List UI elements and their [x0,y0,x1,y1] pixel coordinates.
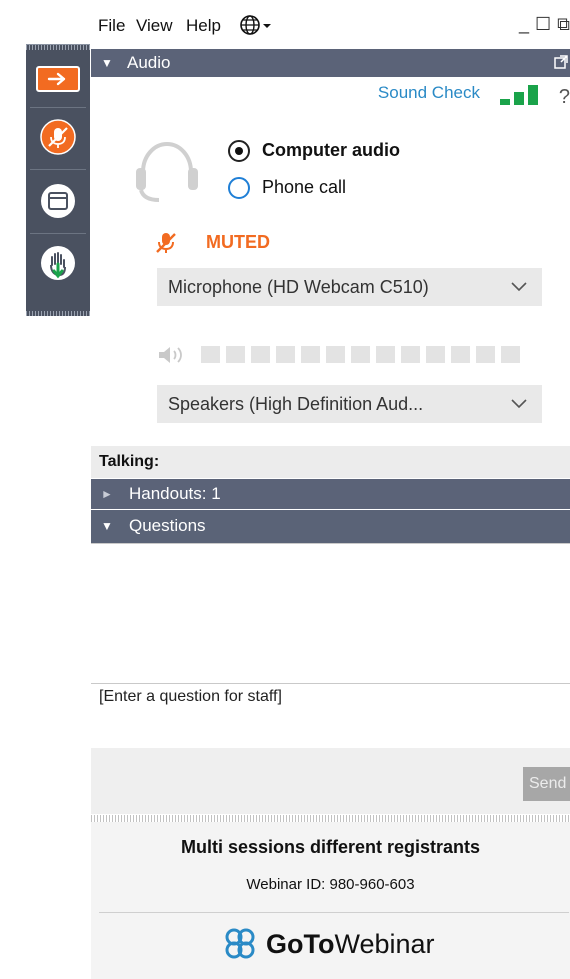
chevron-down-icon [511,282,527,292]
microphone-select-value: Microphone (HD Webcam C510) [168,277,429,297]
computer-audio-label[interactable]: Computer audio [262,140,400,161]
mute-status: MUTED [206,232,270,252]
questions-section-header[interactable]: ▼ Questions [91,510,570,543]
webinar-id: Webinar ID: 980-960-603 [246,876,415,893]
control-panel: File View Help _ ☐ ⧉ ▼ Audio Sound Check [91,0,570,979]
headset-icon [136,141,198,202]
audio-help-button[interactable]: ? [559,86,570,109]
speakers-select-value: Speakers (High Definition Aud... [168,394,424,414]
menu-view[interactable]: View [136,16,173,36]
questions-label: Questions [129,516,206,535]
maximize-button[interactable]: ☐ [535,14,551,35]
menu-bar: File View Help _ ☐ ⧉ [91,0,570,48]
chevron-down-icon [511,399,527,409]
audio-section-title: Audio [127,53,171,72]
collapse-panel-button[interactable] [30,51,86,107]
resize-divider[interactable] [91,815,570,822]
gotowebinar-logo-icon [225,928,255,959]
microphone-select[interactable]: Microphone (HD Webcam C510) [157,268,542,306]
raise-hand-button[interactable] [30,235,86,291]
strip-grip-top[interactable] [26,45,90,50]
minimize-button[interactable]: _ [519,14,529,35]
screen-viewer-button[interactable] [30,173,86,229]
globe-icon [240,15,271,35]
handouts-label: Handouts: 1 [129,484,221,503]
collapse-triangle-icon: ▼ [101,519,113,533]
session-title: Multi sessions different registrants [180,837,481,857]
talking-label: Talking: [99,453,160,470]
phone-call-label[interactable]: Phone call [262,177,346,198]
language-menu[interactable] [239,14,273,41]
brand-regular: Webinar [334,928,435,959]
speaker-level-meter [201,346,520,363]
audio-section-header[interactable]: ▼ Audio [91,49,570,77]
menu-help[interactable]: Help [186,16,221,36]
sound-check-link[interactable]: Sound Check [378,83,480,103]
expand-triangle-icon: ► [101,487,113,501]
question-input-placeholder: [Enter a question for staff] [99,688,282,705]
signal-strength-icon [500,85,538,105]
phone-call-radio[interactable] [228,177,250,199]
popout-icon[interactable] [554,55,568,69]
questions-log[interactable] [91,543,570,684]
send-area [91,748,570,814]
microphone-muted-icon [156,233,176,253]
mute-toggle-button[interactable] [30,109,86,165]
send-button[interactable]: Send [523,767,570,801]
speakers-select[interactable]: Speakers (High Definition Aud... [157,385,542,423]
menu-file[interactable]: File [98,16,125,36]
talking-area [91,446,570,478]
control-strip [26,44,90,316]
speaker-volume-icon [159,347,182,363]
raise-hand-icon [41,246,75,280]
brand-bold: GoTo [266,928,335,959]
gotowebinar-logo: GoToWebinar [222,928,435,960]
arrow-right-icon [36,66,80,92]
strip-grip-bottom[interactable] [26,311,90,316]
window-icon [41,184,75,218]
computer-audio-radio[interactable] [228,140,250,162]
handouts-section-header[interactable]: ► Handouts: 1 [91,479,570,509]
microphone-muted-icon [40,119,76,155]
collapse-triangle-icon: ▼ [101,56,113,70]
restore-button[interactable]: ⧉ [557,14,570,35]
